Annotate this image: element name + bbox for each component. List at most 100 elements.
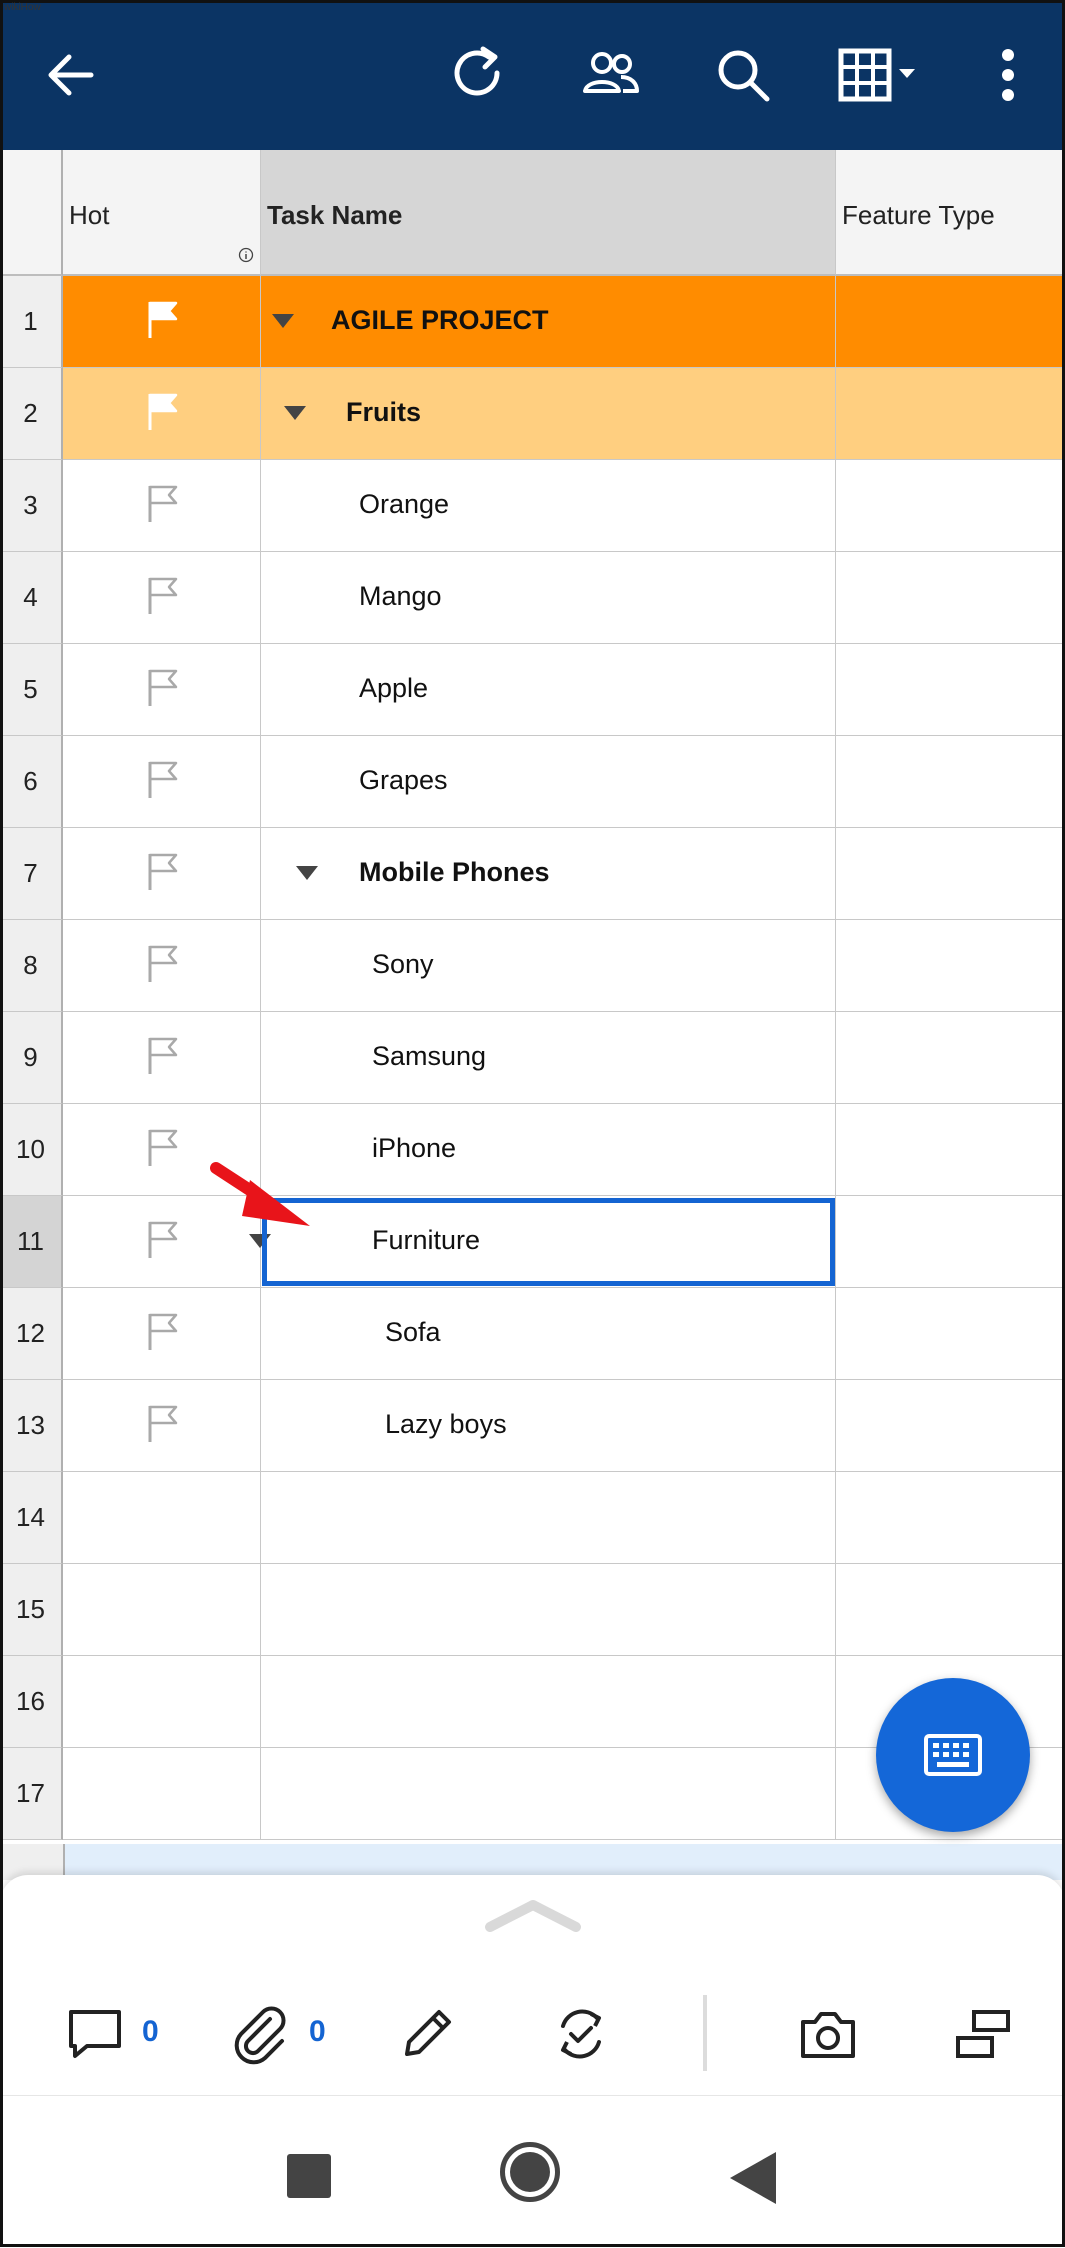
table-row[interactable]: 15 xyxy=(0,1564,1065,1656)
feature-type-cell[interactable] xyxy=(836,1288,1065,1380)
flag-icon[interactable] xyxy=(144,1310,180,1357)
table-row[interactable]: 9 Samsung xyxy=(0,1012,1065,1104)
layout-icon[interactable] xyxy=(948,1999,1018,2069)
home-button[interactable] xyxy=(500,2142,560,2202)
camera-icon[interactable] xyxy=(793,1999,863,2069)
table-row[interactable]: 10 iPhone xyxy=(0,1104,1065,1196)
table-row[interactable]: 8 Sony xyxy=(0,920,1065,1012)
flag-icon[interactable] xyxy=(144,1218,180,1265)
hot-cell[interactable] xyxy=(63,552,261,644)
hot-cell[interactable] xyxy=(63,1012,261,1104)
row-number[interactable]: 12 xyxy=(0,1288,63,1380)
flag-icon[interactable] xyxy=(144,850,180,897)
task-name-cell[interactable]: Sony xyxy=(261,920,836,1012)
chevron-up-icon[interactable] xyxy=(484,1897,582,1938)
task-name-cell[interactable]: Sofa xyxy=(261,1288,836,1380)
row-number[interactable]: 3 xyxy=(0,460,63,552)
hot-cell[interactable] xyxy=(63,736,261,828)
table-row[interactable]: 12 Sofa xyxy=(0,1288,1065,1380)
column-header-hot[interactable]: Hot xyxy=(63,150,261,276)
table-row[interactable]: 5 Apple xyxy=(0,644,1065,736)
flag-icon[interactable] xyxy=(144,298,180,345)
collapse-triangle-icon[interactable] xyxy=(272,314,294,328)
row-number[interactable]: 6 xyxy=(0,736,63,828)
hot-cell[interactable] xyxy=(63,1748,261,1840)
column-header-feature-type[interactable]: Feature Type xyxy=(836,150,1065,276)
task-name-cell[interactable]: Mango xyxy=(261,552,836,644)
back-arrow-icon[interactable] xyxy=(36,40,106,110)
feature-type-cell[interactable] xyxy=(836,1380,1065,1472)
row-number[interactable]: 5 xyxy=(0,644,63,736)
feature-type-cell[interactable] xyxy=(836,736,1065,828)
table-row[interactable]: 1 AGILE PROJECT xyxy=(0,276,1065,368)
row-number[interactable]: 4 xyxy=(0,552,63,644)
task-name-cell[interactable]: Mobile Phones xyxy=(261,828,836,920)
row-number[interactable]: 17 xyxy=(0,1748,63,1840)
keyboard-button[interactable] xyxy=(876,1678,1030,1832)
refresh-icon[interactable] xyxy=(444,40,514,110)
feature-type-cell[interactable] xyxy=(836,1564,1065,1656)
task-name-cell[interactable] xyxy=(261,1748,836,1840)
row-number[interactable]: 16 xyxy=(0,1656,63,1748)
task-name-cell[interactable] xyxy=(261,1472,836,1564)
feature-type-cell[interactable] xyxy=(836,1012,1065,1104)
back-button[interactable] xyxy=(730,2152,776,2204)
task-name-cell[interactable] xyxy=(261,1564,836,1656)
hot-cell[interactable] xyxy=(63,1472,261,1564)
feature-type-cell[interactable] xyxy=(836,920,1065,1012)
task-name-cell[interactable]: Samsung xyxy=(261,1012,836,1104)
table-row[interactable]: 4 Mango xyxy=(0,552,1065,644)
attachments-count[interactable]: 0 xyxy=(309,2015,326,2049)
flag-icon[interactable] xyxy=(144,574,180,621)
feature-type-cell[interactable] xyxy=(836,460,1065,552)
flag-icon[interactable] xyxy=(144,482,180,529)
row-number[interactable]: 8 xyxy=(0,920,63,1012)
hot-cell[interactable] xyxy=(63,920,261,1012)
hot-cell[interactable] xyxy=(63,644,261,736)
task-name-cell[interactable]: Apple xyxy=(261,644,836,736)
table-row[interactable]: 6 Grapes xyxy=(0,736,1065,828)
hot-cell[interactable] xyxy=(63,368,261,460)
table-row[interactable]: 14 xyxy=(0,1472,1065,1564)
feature-type-cell[interactable] xyxy=(836,552,1065,644)
feature-type-cell[interactable] xyxy=(836,1104,1065,1196)
flag-icon[interactable] xyxy=(144,1034,180,1081)
hot-cell[interactable] xyxy=(63,1288,261,1380)
comments-count[interactable]: 0 xyxy=(142,2015,159,2049)
corner-header[interactable] xyxy=(0,150,63,276)
comment-icon[interactable] xyxy=(60,1999,130,2069)
sync-check-icon[interactable] xyxy=(546,1999,616,2069)
table-row[interactable]: 2 Fruits xyxy=(0,368,1065,460)
table-row[interactable]: 7 Mobile Phones xyxy=(0,828,1065,920)
task-name-cell[interactable]: Fruits xyxy=(261,368,836,460)
hot-cell[interactable] xyxy=(63,460,261,552)
feature-type-cell[interactable] xyxy=(836,1196,1065,1288)
flag-icon[interactable] xyxy=(144,758,180,805)
row-number[interactable]: 7 xyxy=(0,828,63,920)
table-row[interactable]: 13 Lazy boys xyxy=(0,1380,1065,1472)
feature-type-cell[interactable] xyxy=(836,276,1065,368)
task-name-cell[interactable]: Grapes xyxy=(261,736,836,828)
hot-cell[interactable] xyxy=(63,1656,261,1748)
attachment-icon[interactable] xyxy=(226,1999,296,2069)
feature-type-cell[interactable] xyxy=(836,1472,1065,1564)
collapse-triangle-icon[interactable] xyxy=(296,866,318,880)
row-number[interactable]: 1 xyxy=(0,276,63,368)
feature-type-cell[interactable] xyxy=(836,644,1065,736)
grid-view-icon[interactable] xyxy=(834,40,924,110)
hot-cell[interactable] xyxy=(63,1564,261,1656)
row-number[interactable]: 15 xyxy=(0,1564,63,1656)
row-number[interactable]: 10 xyxy=(0,1104,63,1196)
flag-icon[interactable] xyxy=(144,390,180,437)
task-name-cell[interactable]: AGILE PROJECT xyxy=(261,276,836,368)
table-row[interactable]: 3 Orange xyxy=(0,460,1065,552)
feature-type-cell[interactable] xyxy=(836,368,1065,460)
task-name-cell[interactable] xyxy=(261,1656,836,1748)
row-number[interactable]: 9 xyxy=(0,1012,63,1104)
task-name-cell[interactable]: Lazy boys xyxy=(261,1380,836,1472)
task-name-cell[interactable]: Orange xyxy=(261,460,836,552)
row-number[interactable]: 11 xyxy=(0,1196,63,1288)
recents-button[interactable] xyxy=(287,2154,331,2198)
row-number[interactable]: 13 xyxy=(0,1380,63,1472)
info-icon[interactable] xyxy=(238,247,254,268)
